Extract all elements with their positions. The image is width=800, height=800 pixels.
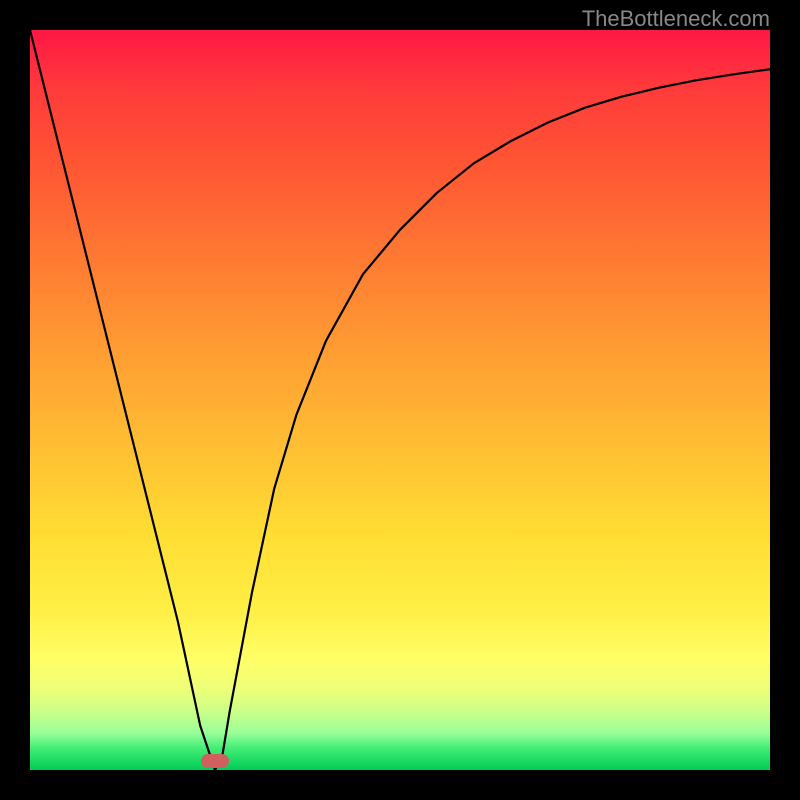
- chart-plot-area: [30, 30, 770, 770]
- chart-curve-svg: [30, 30, 770, 770]
- bottleneck-curve: [30, 30, 770, 770]
- optimal-marker: [201, 754, 229, 768]
- attribution-text: TheBottleneck.com: [582, 6, 770, 32]
